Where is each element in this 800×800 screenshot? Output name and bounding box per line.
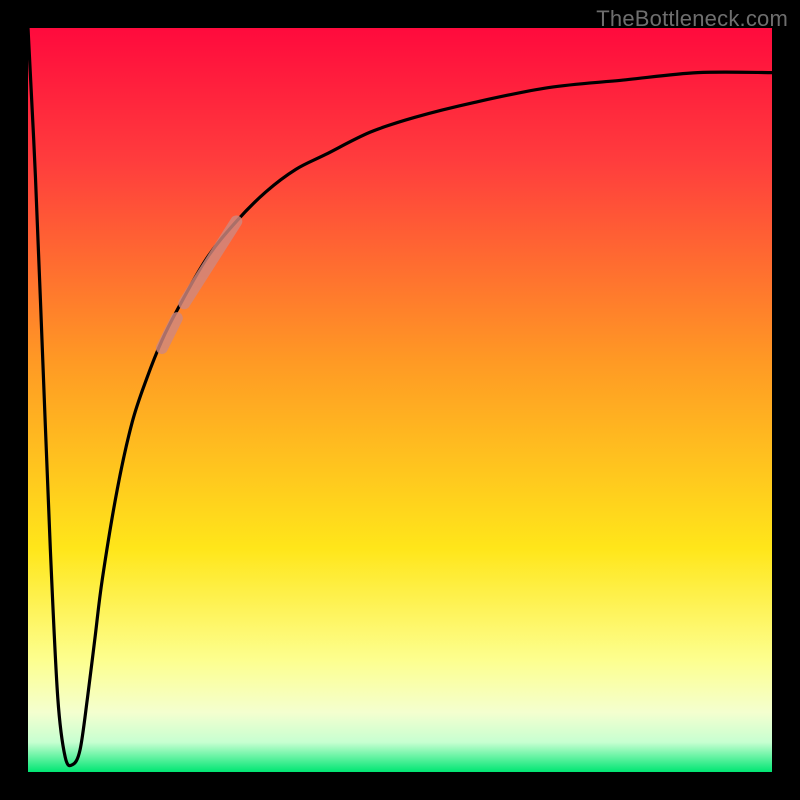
chart-frame [0,0,800,800]
chart-stage: TheBottleneck.com [0,0,800,800]
watermark-text: TheBottleneck.com [596,6,788,32]
